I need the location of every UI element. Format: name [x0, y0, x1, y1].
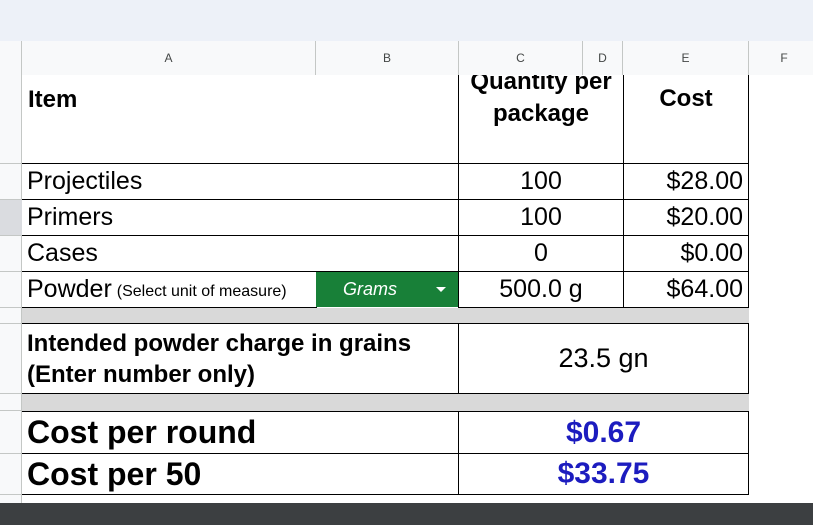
unit-hint: (Select unit of measure) [116, 283, 287, 300]
cost-value: $0.00 [680, 239, 743, 267]
header-cost-cell[interactable]: Cost [623, 75, 749, 164]
header-item-label: Item [28, 86, 78, 113]
column-header-a[interactable]: A [22, 41, 316, 75]
cost-cell-cases[interactable]: $0.00 [623, 235, 749, 272]
quantity-cell-projectiles[interactable]: 100 [458, 163, 624, 200]
unit-dropdown[interactable]: Grams [316, 272, 458, 307]
cost-per-50-value-cell[interactable]: $33.75 [458, 453, 749, 495]
header-item-cell[interactable]: Item [22, 75, 459, 164]
item-label: Powder [27, 275, 112, 303]
charge-value: 23.5 gn [558, 343, 649, 373]
item-cell-powder[interactable]: Powder (Select unit of measure) [22, 271, 317, 308]
cost-value: $20.00 [666, 203, 743, 231]
row-divider [0, 453, 22, 454]
spacer-row [22, 394, 749, 411]
cost-value: $28.00 [666, 167, 743, 195]
cost-cell-projectiles[interactable]: $28.00 [623, 163, 749, 200]
row-divider [0, 271, 22, 272]
result-value: $0.67 [565, 415, 642, 449]
charge-input-cell[interactable]: 23.5 gn [458, 323, 749, 394]
row-divider [0, 235, 22, 236]
spacer-row [22, 308, 749, 323]
cost-cell-powder[interactable]: $64.00 [623, 271, 749, 308]
quantity-value: 500.0 g [499, 275, 583, 303]
row-divider [0, 199, 22, 200]
quantity-value: 100 [520, 167, 562, 195]
row-divider [0, 393, 22, 394]
unit-dropdown-value: Grams [343, 279, 397, 299]
header-cost-label: Cost [659, 85, 713, 112]
cost-per-50-label-cell[interactable]: Cost per 50 [22, 453, 459, 495]
item-cell-projectiles[interactable]: Projectiles [22, 163, 459, 200]
quantity-value: 100 [520, 203, 562, 231]
column-header-c[interactable]: C [459, 41, 583, 75]
selected-row-header[interactable] [0, 200, 22, 236]
row-divider [0, 307, 22, 308]
header-quantity-cell[interactable]: Quantity per package [458, 75, 624, 164]
cost-value: $64.00 [666, 275, 743, 303]
result-label: Cost per 50 [27, 455, 202, 492]
bottom-status-bar [0, 503, 813, 525]
item-cell-cases[interactable]: Cases [22, 235, 459, 272]
column-header-b[interactable]: B [316, 41, 459, 75]
item-cell-primers[interactable]: Primers [22, 199, 459, 236]
row-header-gutter[interactable] [0, 75, 22, 503]
header-quantity-line2: package [492, 100, 590, 127]
result-label: Cost per round [27, 414, 257, 450]
charge-label-cell[interactable]: Intended powder charge in grains (Enter … [22, 323, 459, 394]
cost-cell-primers[interactable]: $20.00 [623, 199, 749, 236]
header-quantity-line1: Quantity per [470, 75, 612, 95]
column-header-e[interactable]: E [623, 41, 749, 75]
charge-label-line2: (Enter number only) [27, 361, 256, 388]
quantity-value: 0 [534, 239, 548, 267]
row-divider [0, 410, 22, 411]
dropdown-caret-icon [436, 287, 446, 292]
quantity-cell-cases[interactable]: 0 [458, 235, 624, 272]
quantity-cell-powder[interactable]: 500.0 g [458, 271, 624, 308]
item-label: Cases [27, 239, 98, 267]
item-label: Projectiles [27, 167, 143, 195]
column-header-d[interactable]: D [583, 41, 623, 75]
cost-per-round-value-cell[interactable]: $0.67 [458, 411, 749, 454]
row-divider [0, 494, 22, 495]
row-divider [0, 323, 22, 324]
select-all-corner[interactable] [0, 41, 22, 75]
result-value: $33.75 [557, 457, 650, 490]
row-divider [0, 163, 22, 164]
toolbar-area [0, 0, 813, 41]
column-header-f[interactable]: F [749, 41, 813, 75]
quantity-cell-primers[interactable]: 100 [458, 199, 624, 236]
charge-label-line1: Intended powder charge in grains [27, 330, 412, 357]
item-label: Primers [27, 203, 114, 231]
cost-per-round-label-cell[interactable]: Cost per round [22, 411, 459, 454]
